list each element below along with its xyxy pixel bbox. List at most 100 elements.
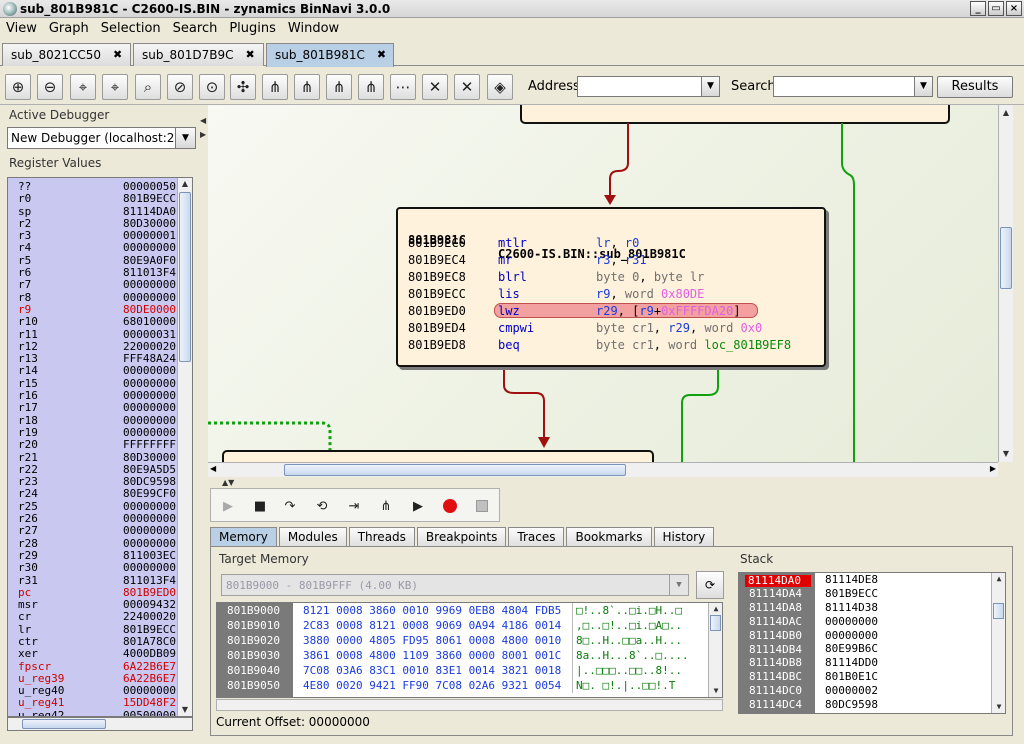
select-parents-icon[interactable]: ⋔: [326, 74, 352, 100]
memory-hex[interactable]: 3880 0000 4805 FD95 8061 0008 4800 0010: [303, 633, 565, 648]
step-loop-icon[interactable]: ⟲: [309, 493, 335, 519]
tab-breakpoints[interactable]: Breakpoints: [416, 527, 507, 547]
stack-address[interactable]: 81114DA8: [739, 601, 815, 615]
register-value[interactable]: 00000000: [90, 402, 176, 414]
stack-value[interactable]: 00000000: [825, 629, 985, 643]
scroll-up-icon[interactable]: ▲: [992, 573, 1005, 585]
fit-graph-icon[interactable]: ⌖: [102, 74, 128, 100]
scroll-up-icon[interactable]: ▲: [709, 603, 722, 615]
scroll-thumb[interactable]: [22, 719, 106, 729]
register-row[interactable]: xer 4000DB09: [8, 648, 178, 660]
memory-address[interactable]: 801B9000: [217, 603, 293, 618]
tab-close-icon[interactable]: ✖: [113, 48, 122, 66]
memory-ascii[interactable]: 8a..H...8`..□....: [576, 648, 707, 663]
scroll-right-icon[interactable]: ▶: [990, 464, 996, 473]
memory-ascii[interactable]: □!..8`..□i.□H..□: [576, 603, 707, 618]
tab-traces[interactable]: Traces: [508, 527, 565, 547]
collapse-left-icon[interactable]: ◀: [200, 116, 206, 125]
register-hscrollbar[interactable]: [7, 717, 193, 731]
hierarchic-layout-icon[interactable]: ⋔: [262, 74, 288, 100]
circle-layout-icon[interactable]: ⊙: [199, 74, 225, 100]
menu-search[interactable]: Search: [167, 21, 224, 36]
results-button[interactable]: Results: [937, 76, 1013, 98]
stack-address[interactable]: 81114DA4: [739, 587, 815, 601]
stack-address[interactable]: 81114DB0: [739, 629, 815, 643]
memory-address[interactable]: 801B9020: [217, 633, 293, 648]
expand-right-icon[interactable]: ▶: [200, 130, 206, 139]
previous-node[interactable]: [520, 105, 950, 124]
zoom-selection-icon[interactable]: ⌖: [70, 74, 96, 100]
scroll-down-icon[interactable]: ▼: [178, 704, 192, 716]
maximize-icon[interactable]: ▭: [988, 1, 1004, 16]
register-row[interactable]: r17 00000000: [8, 402, 178, 414]
refresh-memory-icon[interactable]: ⟳: [696, 571, 724, 599]
tab-sub-801b981c[interactable]: sub_801B981C ✖: [266, 43, 394, 67]
basic-block-node[interactable]: 801B981C C2600-IS.BIN::sub_801B981C 801B…: [396, 207, 826, 367]
scroll-thumb[interactable]: [284, 464, 626, 476]
memory-hscrollbar[interactable]: [216, 699, 723, 711]
memory-ascii[interactable]: N□. □!.|..□□!.T: [576, 678, 707, 693]
register-value[interactable]: 00500000: [90, 709, 176, 716]
fill-color-icon[interactable]: ◈: [487, 74, 513, 100]
register-scrollbar[interactable]: ▲ ▼: [177, 178, 192, 716]
zoom-in-icon[interactable]: ⊕: [5, 74, 31, 100]
register-value[interactable]: 00000031: [90, 328, 176, 341]
record-trace-icon[interactable]: [437, 493, 463, 519]
stack-value[interactable]: 81114D38: [825, 601, 985, 615]
register-value[interactable]: 811013F4: [90, 574, 176, 587]
register-row[interactable]: r10 68010000: [8, 316, 178, 328]
register-value[interactable]: 22400020: [90, 611, 176, 623]
memory-address[interactable]: 801B9030: [217, 648, 293, 663]
memory-ascii[interactable]: |..□□□..□□..8!..: [576, 663, 707, 678]
orthogonal-layout-icon[interactable]: ✣: [230, 74, 256, 100]
memory-hex[interactable]: 8121 0008 3860 0010 9969 0EB8 4804 FDB5: [303, 603, 565, 618]
graph-hscrollbar[interactable]: ◀ ▶: [208, 462, 998, 477]
memory-ascii[interactable]: 8□..H..□□a..H...: [576, 633, 707, 648]
register-value[interactable]: 15DD48F2: [90, 697, 176, 709]
register-value[interactable]: 4000DB09: [90, 648, 176, 660]
stack-value[interactable]: 801B0E1C: [825, 670, 985, 684]
register-table[interactable]: ?? 00000050 r0 801B9ECC sp 81114DA0 r2 80D30000…: [7, 177, 193, 717]
scroll-up-icon[interactable]: ▲: [178, 178, 192, 190]
tab-close-icon[interactable]: ✖: [377, 48, 386, 67]
stack-value[interactable]: 81114DD0: [825, 656, 985, 670]
stack-value[interactable]: 00000000: [825, 615, 985, 629]
register-value[interactable]: 801B9ECC: [90, 193, 176, 205]
step-into-icon[interactable]: ■: [247, 493, 273, 519]
stack-value[interactable]: 81114DE8: [825, 573, 985, 587]
stack-value[interactable]: 801B9ECC: [825, 587, 985, 601]
stack-pointer-address[interactable]: 81114DA0: [745, 575, 811, 587]
stack-address[interactable]: 81114DB4: [739, 643, 815, 657]
stack-value[interactable]: 80DC9598: [825, 698, 985, 712]
next-node[interactable]: [222, 450, 654, 462]
graph-view[interactable]: 801B981C C2600-IS.BIN::sub_801B981C 801B…: [208, 105, 998, 462]
memory-hex-view[interactable]: 801B9000 801B9010 801B9020 801B9030 801B9040…: [216, 602, 723, 698]
stack-address[interactable]: 81114DC4: [739, 698, 815, 712]
register-row[interactable]: r24 80E99CF0: [8, 488, 178, 500]
register-row[interactable]: r31 811013F4: [8, 574, 178, 587]
memory-hex[interactable]: 2C83 0008 8121 0008 9069 0A94 4186 0014: [303, 618, 565, 633]
tab-sub-8021cc50[interactable]: sub_8021CC50 ✖: [2, 43, 131, 66]
memory-hex[interactable]: 3861 0008 4800 1109 3860 0000 8001 001C: [303, 648, 565, 663]
register-value[interactable]: 80D30000: [90, 451, 176, 464]
tab-threads[interactable]: Threads: [348, 527, 415, 547]
lock-zoom-icon[interactable]: ⊘: [167, 74, 193, 100]
search-dropdown-icon[interactable]: ▼: [914, 76, 933, 97]
stack-address[interactable]: 81114DBC: [739, 670, 815, 684]
step-block-icon[interactable]: ⇥: [341, 493, 367, 519]
stack-value[interactable]: 00000002: [825, 684, 985, 698]
select-path-icon[interactable]: ⋯: [390, 74, 416, 100]
stack-address[interactable]: 81114DC0: [739, 684, 815, 698]
scroll-left-icon[interactable]: ◀: [210, 464, 216, 473]
stack-scrollbar[interactable]: ▲ ▼: [991, 573, 1005, 713]
chevron-down-icon[interactable]: ▼: [175, 128, 195, 148]
register-row[interactable]: r27 00000000: [8, 525, 178, 537]
step-graph-icon[interactable]: ⋔: [373, 493, 399, 519]
delete-unselected-icon[interactable]: ✕: [454, 74, 480, 100]
memory-address[interactable]: 801B9050: [217, 678, 293, 693]
address-dropdown-icon[interactable]: ▼: [701, 76, 720, 97]
magnifier-icon[interactable]: ⌕: [135, 74, 161, 100]
tab-bookmarks[interactable]: Bookmarks: [566, 527, 652, 547]
chevron-down-icon[interactable]: ▼: [669, 575, 688, 595]
menu-plugins[interactable]: Plugins: [223, 21, 282, 36]
